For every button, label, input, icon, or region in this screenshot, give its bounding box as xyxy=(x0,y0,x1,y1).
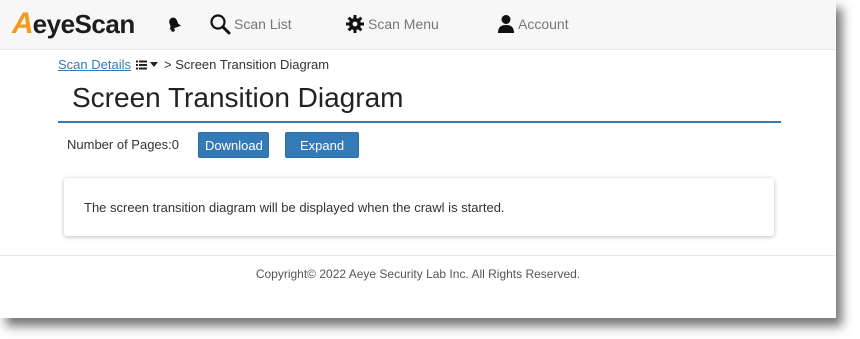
breadcrumb-current: Screen Transition Diagram xyxy=(175,57,330,72)
nav-account[interactable]: Account xyxy=(497,13,569,35)
copyright-text: Copyright© 2022 Aeye Security Lab Inc. A… xyxy=(255,267,581,281)
title-divider xyxy=(58,121,781,123)
list-icon[interactable] xyxy=(135,60,147,70)
page-title: Screen Transition Diagram xyxy=(72,82,404,113)
caret-down-icon[interactable] xyxy=(149,61,158,68)
nav-scan-menu[interactable]: Scan Menu xyxy=(345,13,439,35)
breadcrumb-separator: > xyxy=(163,57,172,72)
nav-scan-menu-label: Scan Menu xyxy=(368,16,439,32)
app-window: AeyeScan Scan List Scan Menu Account Sca… xyxy=(0,0,836,318)
breadcrumb-scan-details-link[interactable]: Scan Details xyxy=(58,57,131,72)
user-icon xyxy=(498,15,514,33)
aeyescan-logo[interactable]: AeyeScan xyxy=(12,4,135,44)
empty-state-message: The screen transition diagram will be di… xyxy=(84,200,505,215)
top-navbar: AeyeScan Scan List Scan Menu Account xyxy=(0,0,836,50)
nav-scan-list[interactable]: Scan List xyxy=(209,13,292,35)
download-button[interactable]: Download xyxy=(198,132,269,158)
nav-account-label: Account xyxy=(518,16,569,32)
gear-icon xyxy=(346,15,364,33)
expand-all-button[interactable]: Expand All xyxy=(285,132,359,179)
logo-text: eyeScan xyxy=(32,8,136,39)
nav-scan-list-label: Scan List xyxy=(234,16,292,32)
breadcrumb: Scan Details > Screen Transition Diagram xyxy=(58,57,329,72)
bell-icon[interactable] xyxy=(164,14,184,34)
number-of-pages: Number of Pages:0 xyxy=(67,137,180,152)
logo-letter-a: A xyxy=(12,7,34,40)
footer-divider xyxy=(0,255,836,256)
diagram-panel: The screen transition diagram will be di… xyxy=(64,178,774,236)
search-icon xyxy=(210,14,231,35)
